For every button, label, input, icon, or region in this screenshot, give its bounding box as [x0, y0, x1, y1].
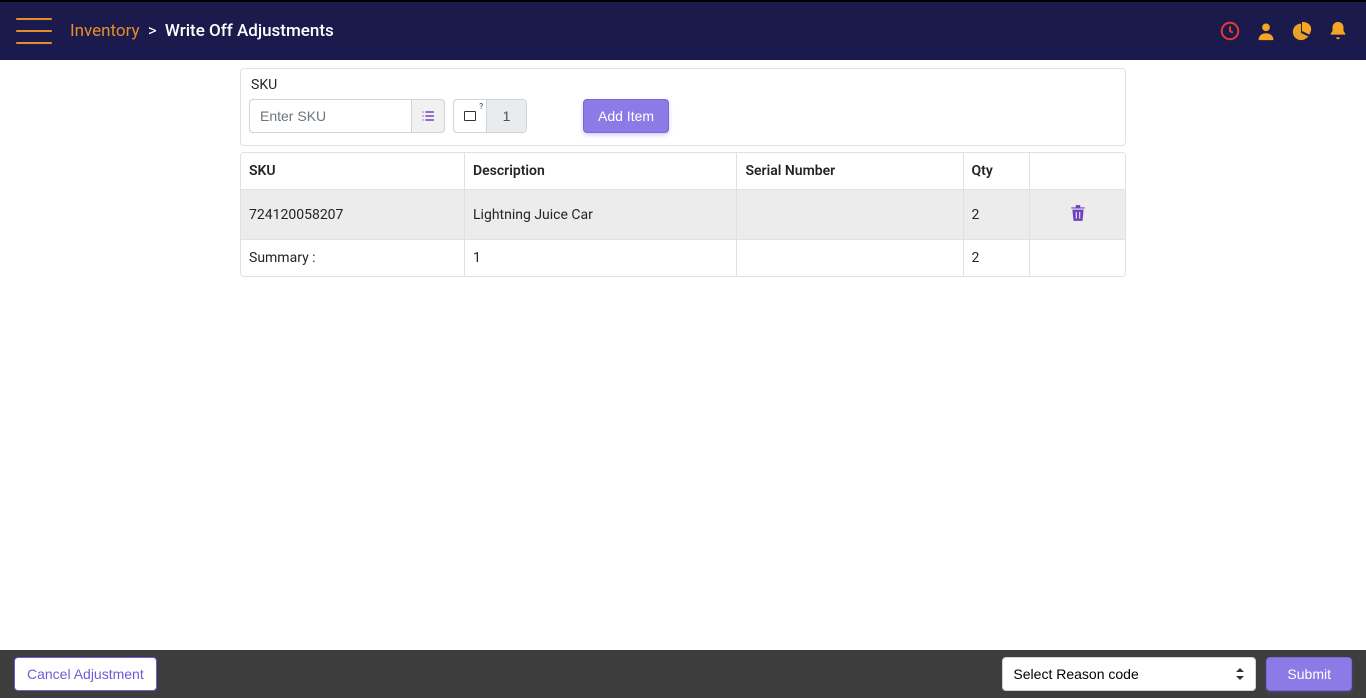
summary-count: 1	[465, 240, 737, 276]
menu-hamburger-icon[interactable]	[16, 18, 52, 44]
reason-code-select[interactable]: Select Reason code	[1002, 657, 1256, 691]
cell-serial	[737, 190, 963, 240]
summary-row: Summary : 1 2	[241, 240, 1125, 276]
col-header-description: Description	[465, 153, 737, 190]
cell-description: Lightning Juice Car	[465, 190, 737, 240]
breadcrumb-separator: >	[148, 21, 157, 41]
items-table: SKU Description Serial Number Qty 724120…	[240, 152, 1126, 277]
qty-input[interactable]	[487, 99, 527, 133]
summary-label: Summary :	[241, 240, 465, 276]
col-header-serial: Serial Number	[737, 153, 963, 190]
top-bar: Inventory > Write Off Adjustments	[0, 2, 1366, 60]
clock-icon[interactable]	[1218, 19, 1242, 43]
qty-mode-button[interactable]: ?	[453, 99, 487, 133]
main-content: SKU ? Add Item	[0, 60, 1366, 650]
sku-entry-card: SKU ? Add Item	[240, 68, 1126, 146]
breadcrumb: Inventory > Write Off Adjustments	[70, 21, 334, 41]
col-header-qty: Qty	[964, 153, 1031, 190]
trash-icon	[1070, 204, 1086, 222]
qty-badge-icon: ?	[479, 102, 483, 111]
table-row: 724120058207 Lightning Juice Car 2	[241, 190, 1125, 240]
add-item-button[interactable]: Add Item	[583, 99, 669, 133]
user-icon[interactable]	[1254, 19, 1278, 43]
breadcrumb-inventory-link[interactable]: Inventory	[70, 21, 140, 41]
box-icon	[464, 111, 476, 121]
breadcrumb-current: Write Off Adjustments	[165, 21, 334, 41]
summary-qty: 2	[964, 240, 1031, 276]
chart-pie-icon[interactable]	[1290, 19, 1314, 43]
col-header-actions	[1030, 153, 1125, 190]
footer-bar: Cancel Adjustment Select Reason code Sub…	[0, 650, 1366, 698]
summary-serial	[737, 240, 963, 276]
submit-button[interactable]: Submit	[1266, 657, 1352, 691]
sku-list-button[interactable]	[411, 99, 445, 133]
cancel-adjustment-button[interactable]: Cancel Adjustment	[14, 657, 157, 691]
delete-row-button[interactable]	[1066, 200, 1090, 229]
bell-icon[interactable]	[1326, 19, 1350, 43]
col-header-sku: SKU	[241, 153, 465, 190]
cell-qty: 2	[964, 190, 1031, 240]
topbar-icons	[1218, 19, 1350, 43]
list-icon	[420, 108, 436, 124]
cell-sku: 724120058207	[241, 190, 465, 240]
sku-input[interactable]	[249, 99, 411, 133]
sku-label: SKU	[249, 77, 1117, 93]
